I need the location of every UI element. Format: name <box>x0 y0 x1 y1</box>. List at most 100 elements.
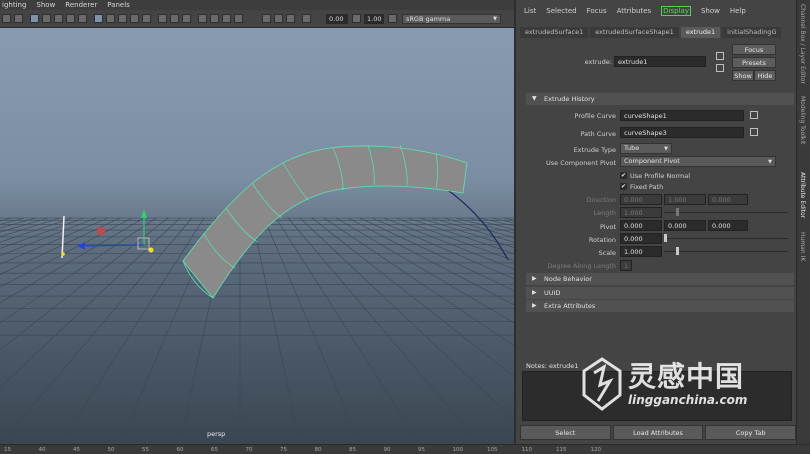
menu-help[interactable]: Help <box>730 7 746 15</box>
copy-tab-button[interactable]: Copy Tab <box>705 425 797 440</box>
tab-channel-box[interactable]: Channel Box / Layer Editor <box>799 4 806 84</box>
menu-list[interactable]: List <box>524 7 536 15</box>
resolution-gate-icon[interactable] <box>54 14 63 23</box>
tab-initial-shading-group[interactable]: initialShadingG <box>722 27 782 38</box>
grid-line <box>251 217 301 444</box>
camera-bookmark-icon[interactable] <box>262 14 271 23</box>
menu-show[interactable]: Show <box>36 0 55 10</box>
ruler-tick: 70 <box>245 447 253 453</box>
go-to-output-icon[interactable] <box>716 64 724 72</box>
focus-button[interactable]: Focus <box>732 44 776 55</box>
show-button[interactable]: Show <box>732 70 754 81</box>
color-space-dropdown[interactable]: sRGB gamma ▼ <box>402 14 501 24</box>
ruler-tick: 90 <box>383 447 391 453</box>
gate-mask-icon[interactable] <box>66 14 75 23</box>
gamma-field[interactable]: 1.00 <box>364 14 384 24</box>
use-profile-normal-checkbox[interactable]: ✔ <box>620 172 627 179</box>
xray-joints-icon[interactable] <box>222 14 231 23</box>
rotation-slider-knob[interactable] <box>664 234 667 242</box>
menu-attributes[interactable]: Attributes <box>617 7 652 15</box>
extrude-history-section[interactable]: ▼ Extrude History <box>526 93 794 105</box>
direction-z-field[interactable]: 0.000 <box>708 194 748 205</box>
grid-line <box>0 217 181 388</box>
length-slider-knob[interactable] <box>676 208 679 216</box>
degree-along-length-field[interactable]: 1 <box>620 260 632 271</box>
pivot-y-field[interactable]: 0.000 <box>664 220 706 231</box>
use-component-pivot-dropdown[interactable]: Component Pivot ▼ <box>620 156 776 167</box>
scale-slider-knob[interactable] <box>676 247 679 255</box>
textured-icon[interactable] <box>130 14 139 23</box>
menu-lighting[interactable]: ighting <box>2 0 26 10</box>
presets-button[interactable]: Presets <box>732 57 776 68</box>
direction-y-field[interactable]: 1.000 <box>664 194 706 205</box>
camera-attr-icon[interactable] <box>14 14 23 23</box>
wireframe-on-shaded-icon[interactable] <box>118 14 127 23</box>
menu-selected[interactable]: Selected <box>546 7 576 15</box>
shadows-icon[interactable] <box>158 14 167 23</box>
timeline-ruler[interactable]: 15 40 45 50 55 60 65 70 75 80 85 90 95 100 105 110 115 12… <box>0 444 810 454</box>
node-behavior-section[interactable]: ▶ Node Behavior <box>526 273 794 285</box>
exposure-field[interactable]: 0.00 <box>326 14 348 24</box>
xray-components-icon[interactable] <box>234 14 243 23</box>
two-d-pan-icon[interactable] <box>274 14 283 23</box>
path-curve-link-icon[interactable] <box>750 128 758 136</box>
pivot-x-field[interactable]: 0.000 <box>620 220 662 231</box>
go-to-input-icon[interactable] <box>716 52 724 60</box>
menu-display[interactable]: Display <box>661 6 691 16</box>
length-field[interactable]: 1.000 <box>620 207 662 218</box>
xray-icon[interactable] <box>210 14 219 23</box>
direction-x-field[interactable]: 0.000 <box>620 194 662 205</box>
smooth-shade-icon[interactable] <box>106 14 115 23</box>
uuid-section[interactable]: ▶ UUID <box>526 287 794 299</box>
pivot-z-field[interactable]: 0.000 <box>708 220 748 231</box>
view-transform-icon[interactable] <box>388 14 397 23</box>
extrude-type-dropdown[interactable]: Tube ▼ <box>620 143 672 154</box>
load-attributes-button[interactable]: Load Attributes <box>612 425 704 440</box>
expand-right-icon: ▶ <box>532 275 537 282</box>
tab-extruded-surface-shape[interactable]: extrudedSurfaceShape1 <box>590 27 679 38</box>
watermark: 灵感中国 lingganchina.com <box>580 355 790 415</box>
length-slider[interactable] <box>664 212 788 213</box>
scale-slider[interactable] <box>664 251 788 252</box>
tab-modeling-toolkit[interactable]: Modeling Toolkit <box>799 96 806 144</box>
rotation-field[interactable]: 0.000 <box>620 233 662 244</box>
lights-icon[interactable] <box>142 14 151 23</box>
fixed-path-checkbox[interactable]: ✔ <box>620 183 627 190</box>
profile-curve-field[interactable]: curveShape1 <box>620 110 744 121</box>
tab-human-ik[interactable]: Human IK <box>799 232 806 261</box>
field-chart-icon[interactable] <box>78 14 87 23</box>
camera-icon[interactable] <box>2 14 11 23</box>
menu-show[interactable]: Show <box>701 7 720 15</box>
extra-attributes-title: Extra Attributes <box>544 302 596 310</box>
wireframe-icon[interactable] <box>94 14 103 23</box>
menu-panels[interactable]: Panels <box>107 0 130 10</box>
menu-renderer[interactable]: Renderer <box>65 0 97 10</box>
grease-pencil-icon[interactable] <box>286 14 295 23</box>
viewport-panel[interactable]: ighting Show Renderer Panels 0.00 1.00 s… <box>0 0 514 444</box>
isolate-select-icon[interactable] <box>198 14 207 23</box>
tab-attribute-editor[interactable]: Attribute Editor <box>799 172 806 218</box>
grid-line <box>467 217 514 230</box>
grid-icon[interactable] <box>30 14 39 23</box>
viewport-scene[interactable] <box>0 28 514 444</box>
exposure-icon[interactable] <box>302 14 311 23</box>
ruler-tick: 50 <box>107 447 115 453</box>
extrude-type-label: Extrude Type <box>573 146 616 154</box>
scale-field[interactable]: 1.000 <box>620 246 662 257</box>
film-gate-icon[interactable] <box>42 14 51 23</box>
select-button[interactable]: Select <box>520 425 611 440</box>
extra-attributes-section[interactable]: ▶ Extra Attributes <box>526 300 794 312</box>
tab-extruded-surface[interactable]: extrudedSurface1 <box>520 27 589 38</box>
tab-extrude1[interactable]: extrude1 <box>680 27 721 38</box>
menu-focus[interactable]: Focus <box>587 7 607 15</box>
rotation-slider[interactable] <box>664 238 788 239</box>
fixed-path-label: Fixed Path <box>630 183 664 191</box>
profile-curve-link-icon[interactable] <box>750 111 758 119</box>
red-locator <box>97 227 105 235</box>
node-name-field[interactable]: extrude1 <box>614 56 706 67</box>
path-curve-field[interactable]: curveShape3 <box>620 127 744 138</box>
gamma-icon[interactable] <box>352 14 361 23</box>
hide-button[interactable]: Hide <box>754 70 776 81</box>
antialiasing-icon[interactable] <box>182 14 191 23</box>
ambient-occlusion-icon[interactable] <box>170 14 179 23</box>
